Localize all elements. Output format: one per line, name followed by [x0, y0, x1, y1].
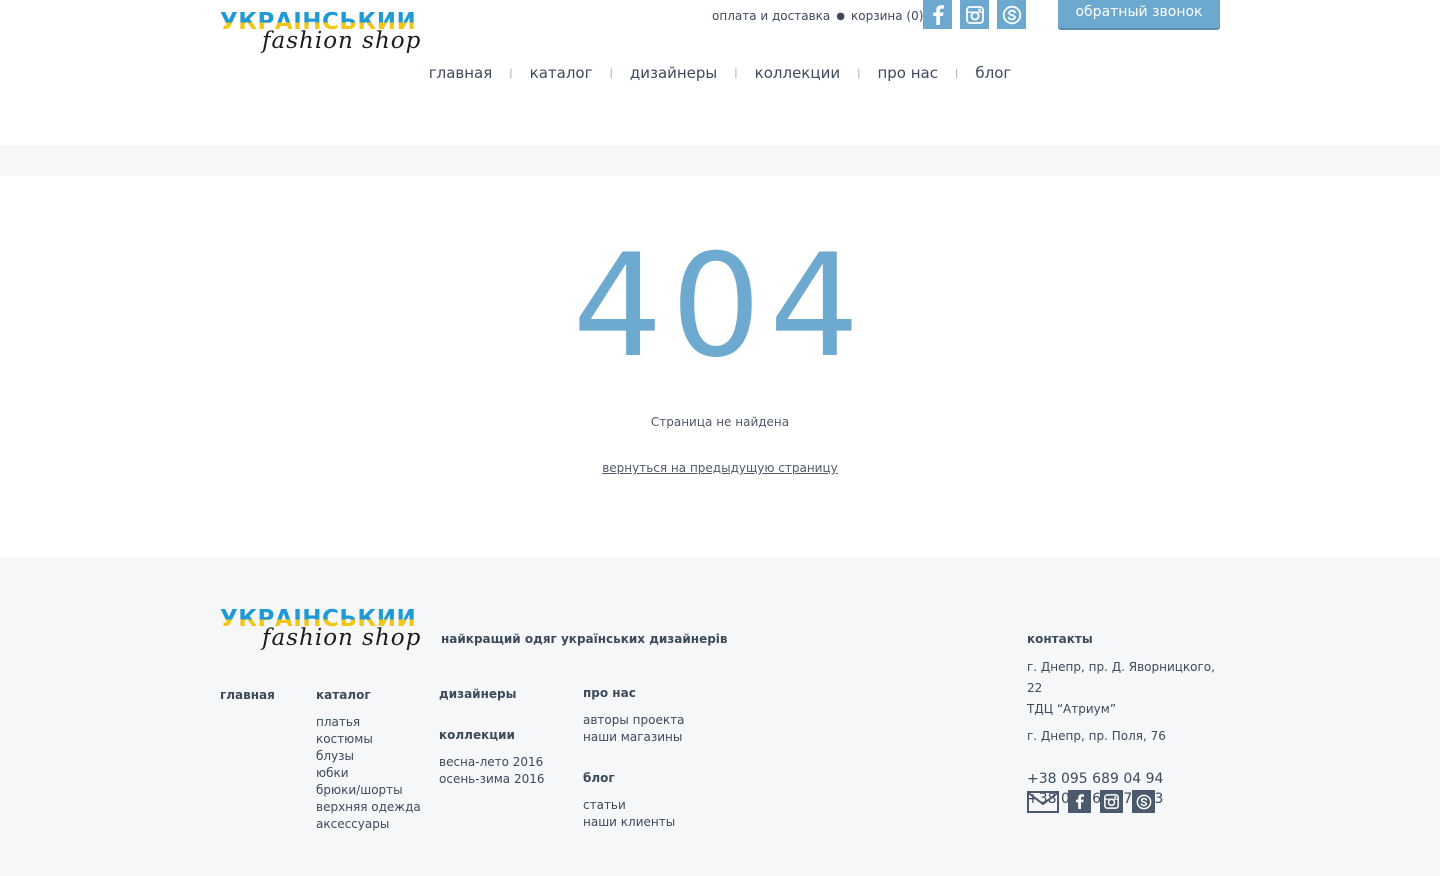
skype-icon[interactable]	[1132, 790, 1155, 813]
back-link[interactable]: вернуться на предыдущую страницу	[602, 461, 838, 475]
mail-icon[interactable]	[1026, 790, 1059, 813]
nav-item-collections[interactable]: коллекции	[755, 64, 840, 82]
footer-link-blouses[interactable]: блузы	[316, 748, 421, 765]
footer-col-about: про нас авторы проекта наши магазины бло…	[583, 685, 684, 831]
logo-line2: fashion shop	[262, 28, 422, 54]
site-header: УКРАЇНСЬКИЙ fashion shop оплата и достав…	[0, 0, 1440, 145]
contacts-address-1b: ТДЦ “Атриум”	[1027, 702, 1117, 716]
footer-link-autumn-winter[interactable]: осень-зима 2016	[439, 771, 545, 788]
footer-col-designers: дизайнеры коллекции весна-лето 2016 осен…	[439, 686, 545, 788]
payment-delivery-link[interactable]: оплата и доставка	[712, 9, 830, 23]
site-logo[interactable]: УКРАЇНСЬКИЙ fashion shop	[220, 11, 420, 57]
nav-item-about[interactable]: про нас	[877, 64, 938, 82]
footer-col-catalog: каталог платья костюмы блузы юбки брюки/…	[316, 687, 421, 833]
header-social	[923, 0, 1034, 29]
logo-line2: fashion shop	[262, 625, 422, 651]
contacts-address-1: г. Днепр, пр. Д. Яворницкого, 22	[1027, 660, 1215, 695]
nav-item-catalog[interactable]: каталог	[530, 64, 593, 82]
nav-separator: |	[857, 68, 861, 79]
nav-item-home[interactable]: главная	[429, 64, 493, 82]
footer-social	[1026, 790, 1164, 813]
nav-item-blog[interactable]: блог	[975, 64, 1011, 82]
footer-col-main: главная	[220, 687, 275, 714]
footer-link-authors[interactable]: авторы проекта	[583, 712, 684, 729]
phone-1[interactable]: +38 095 689 04 94	[1027, 769, 1227, 789]
nav-separator: |	[734, 68, 738, 79]
nav-separator: |	[609, 68, 613, 79]
footer-link-accessories[interactable]: аксессуары	[316, 816, 421, 833]
contacts-heading: контакты	[1027, 632, 1093, 646]
footer-contacts: контакты г. Днепр, пр. Д. Яворницкого, 2…	[1027, 632, 1227, 809]
footer-link-trousers[interactable]: брюки/шорты	[316, 782, 421, 799]
error-code: 404	[572, 224, 868, 389]
footer-link-home[interactable]: главная	[220, 687, 275, 704]
footer-heading-designers[interactable]: дизайнеры	[439, 686, 545, 703]
back-link-wrap: вернуться на предыдущую страницу	[0, 461, 1440, 475]
header-divider-strip	[0, 145, 1440, 176]
facebook-icon[interactable]	[1068, 790, 1091, 813]
footer-link-clients[interactable]: наши клиенты	[583, 814, 684, 831]
nav-separator: |	[954, 68, 959, 79]
footer-link-skirts[interactable]: юбки	[316, 765, 421, 782]
separator-dot: ●	[836, 11, 845, 22]
footer-heading-blog[interactable]: блог	[583, 770, 684, 787]
nav-item-designers[interactable]: дизайнеры	[630, 64, 717, 82]
footer-heading-about[interactable]: про нас	[583, 685, 684, 702]
top-links: оплата и доставка ● корзина (0)	[712, 9, 923, 23]
footer-link-suits[interactable]: костюмы	[316, 731, 421, 748]
facebook-icon[interactable]	[923, 0, 952, 29]
footer-link-shops[interactable]: наши магазины	[583, 729, 684, 746]
cart-link[interactable]: корзина (0)	[851, 9, 923, 23]
skype-icon[interactable]	[997, 0, 1026, 29]
footer-tagline: найкращий одяг українських дизайнерів	[441, 632, 728, 646]
contacts-address-2: г. Днепр, пр. Поля, 76	[1027, 729, 1166, 743]
footer-link-dresses[interactable]: платья	[316, 714, 421, 731]
error-message: Страница не найдена	[650, 415, 790, 429]
footer-link-articles[interactable]: статьи	[583, 797, 684, 814]
nav-separator: |	[509, 68, 513, 79]
main-nav: главная | каталог | дизайнеры | коллекци…	[0, 64, 1440, 82]
footer-link-outerwear[interactable]: верхняя одежда	[316, 799, 421, 816]
site-footer: УКРАЇНСЬКИЙ fashion shop найкращий одяг …	[0, 557, 1440, 876]
instagram-icon[interactable]	[1100, 790, 1123, 813]
footer-link-spring-summer[interactable]: весна-лето 2016	[439, 754, 545, 771]
callback-button[interactable]: обратный звонок	[1058, 0, 1220, 28]
footer-logo[interactable]: УКРАЇНСЬКИЙ fashion shop	[220, 608, 420, 654]
instagram-icon[interactable]	[960, 0, 989, 29]
footer-heading-catalog[interactable]: каталог	[316, 687, 421, 704]
footer-heading-collections[interactable]: коллекции	[439, 727, 545, 744]
